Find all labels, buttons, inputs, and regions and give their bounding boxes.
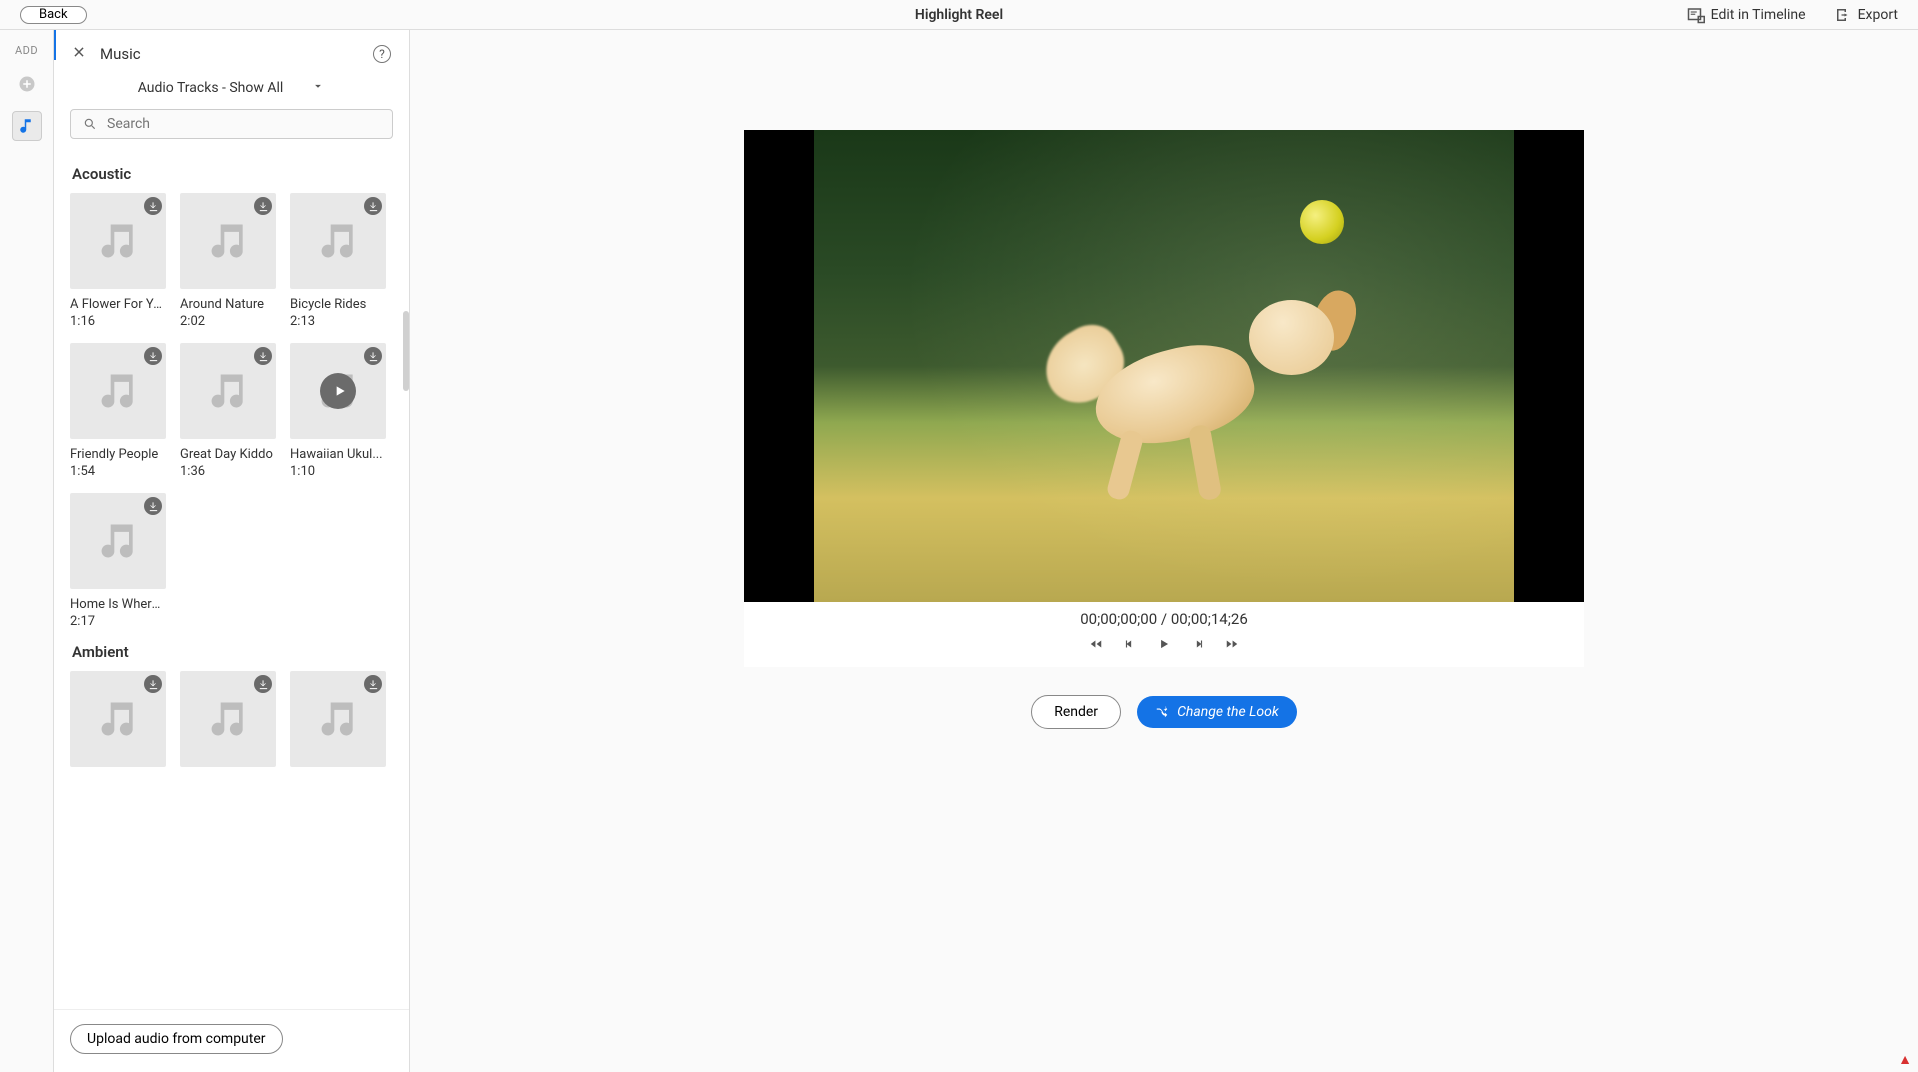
music-note-icon [18, 117, 36, 135]
topbar: Back Highlight Reel Edit in Timeline Exp… [0, 0, 1918, 30]
category-title: Ambient [72, 643, 393, 661]
render-button[interactable]: Render [1031, 695, 1121, 729]
chevron-down-icon [311, 79, 325, 97]
track-thumb[interactable] [180, 671, 276, 767]
track-thumb[interactable] [70, 493, 166, 589]
rewind-button[interactable] [1089, 636, 1103, 655]
track-thumb[interactable] [70, 343, 166, 439]
track-card[interactable]: A Flower For You 1:16 [70, 193, 166, 329]
track-card[interactable] [70, 671, 166, 767]
track-thumb[interactable] [290, 343, 386, 439]
export-icon [1834, 6, 1852, 24]
page-title: Highlight Reel [915, 7, 1003, 23]
help-button[interactable]: ? [373, 45, 391, 63]
music-panel: Music ? Audio Tracks - Show All Acoustic… [54, 30, 410, 1072]
download-badge-icon[interactable] [254, 197, 272, 215]
back-button[interactable]: Back [20, 6, 87, 24]
track-card[interactable] [180, 671, 276, 767]
download-badge-icon[interactable] [144, 347, 162, 365]
step-forward-button[interactable] [1191, 636, 1205, 655]
track-title: Great Day Kiddo [180, 447, 276, 462]
track-thumb[interactable] [290, 193, 386, 289]
track-title: Hawaiian Ukul... [290, 447, 386, 462]
transport-controls [744, 632, 1584, 667]
preview-area: 00;00;00;00 / 00;00;14;26 Render Change … [410, 30, 1918, 1072]
track-duration: 2:13 [290, 314, 386, 329]
track-duration: 1:36 [180, 464, 276, 479]
timeline-icon [1687, 6, 1705, 24]
download-badge-icon[interactable] [364, 347, 382, 365]
track-title: Around Nature [180, 297, 276, 312]
track-title: A Flower For You [70, 297, 166, 312]
track-title: Friendly People [70, 447, 166, 462]
category-title: Acoustic [72, 165, 393, 183]
timecode-display: 00;00;00;00 / 00;00;14;26 [744, 602, 1584, 632]
change-look-label: Change the Look [1177, 704, 1279, 720]
track-duration: 1:54 [70, 464, 166, 479]
tracks-scroll[interactable]: Acoustic A Flower For You 1:16 Around Natur… [54, 151, 409, 1009]
shuffle-icon [1155, 705, 1169, 719]
close-panel-button[interactable] [72, 44, 86, 63]
search-input-wrap[interactable] [70, 109, 393, 139]
track-grid [70, 671, 393, 767]
track-duration: 1:16 [70, 314, 166, 329]
filter-label: Audio Tracks - Show All [138, 80, 284, 96]
timecode-sep: / [1157, 610, 1171, 628]
step-back-button[interactable] [1123, 636, 1137, 655]
change-look-button[interactable]: Change the Look [1137, 696, 1297, 728]
download-badge-icon[interactable] [364, 675, 382, 693]
download-badge-icon[interactable] [144, 497, 162, 515]
track-card[interactable]: Around Nature 2:02 [180, 193, 276, 329]
search-input[interactable] [107, 116, 380, 132]
left-rail: ADD [0, 30, 54, 1072]
track-card[interactable]: Bicycle Rides 2:13 [290, 193, 386, 329]
timecode-current: 00;00;00;00 [1080, 610, 1157, 628]
track-duration: 2:02 [180, 314, 276, 329]
download-badge-icon[interactable] [144, 675, 162, 693]
scrollbar[interactable] [403, 311, 409, 391]
track-duration: 1:10 [290, 464, 386, 479]
track-card[interactable]: Hawaiian Ukul... 1:10 [290, 343, 386, 479]
edit-timeline-label: Edit in Timeline [1711, 7, 1806, 23]
fast-forward-button[interactable] [1225, 636, 1239, 655]
rail-add-label: ADD [15, 44, 38, 57]
track-card[interactable] [290, 671, 386, 767]
track-card[interactable]: Home Is Where... 2:17 [70, 493, 166, 629]
track-duration: 2:17 [70, 614, 166, 629]
add-media-button[interactable] [12, 69, 42, 99]
export-button[interactable]: Export [1834, 6, 1898, 24]
filter-dropdown[interactable]: Audio Tracks - Show All [54, 73, 409, 109]
track-title: Bicycle Rides [290, 297, 386, 312]
play-button[interactable] [1157, 636, 1171, 655]
track-title: Home Is Where... [70, 597, 166, 612]
play-overlay-icon[interactable] [320, 373, 356, 409]
export-label: Export [1858, 7, 1898, 23]
plus-circle-icon [18, 75, 36, 93]
track-thumb[interactable] [70, 671, 166, 767]
search-icon [83, 117, 97, 131]
track-card[interactable]: Friendly People 1:54 [70, 343, 166, 479]
panel-accent [54, 30, 56, 60]
track-thumb[interactable] [180, 343, 276, 439]
download-badge-icon[interactable] [364, 197, 382, 215]
upload-audio-button[interactable]: Upload audio from computer [70, 1024, 283, 1054]
music-tab-button[interactable] [12, 111, 42, 141]
video-preview[interactable] [744, 130, 1584, 602]
preview-frame-image [814, 130, 1514, 602]
download-badge-icon[interactable] [254, 675, 272, 693]
track-thumb[interactable] [290, 671, 386, 767]
warning-icon[interactable]: ▲ [1898, 1051, 1912, 1068]
track-thumb[interactable] [180, 193, 276, 289]
download-badge-icon[interactable] [144, 197, 162, 215]
panel-title: Music [100, 45, 141, 63]
track-card[interactable]: Great Day Kiddo 1:36 [180, 343, 276, 479]
track-thumb[interactable] [70, 193, 166, 289]
download-badge-icon[interactable] [254, 347, 272, 365]
timecode-total: 00;00;14;26 [1171, 610, 1248, 628]
edit-timeline-button[interactable]: Edit in Timeline [1687, 6, 1806, 24]
close-icon [72, 45, 86, 59]
track-grid: A Flower For You 1:16 Around Nature 2:02 Bic… [70, 193, 393, 629]
